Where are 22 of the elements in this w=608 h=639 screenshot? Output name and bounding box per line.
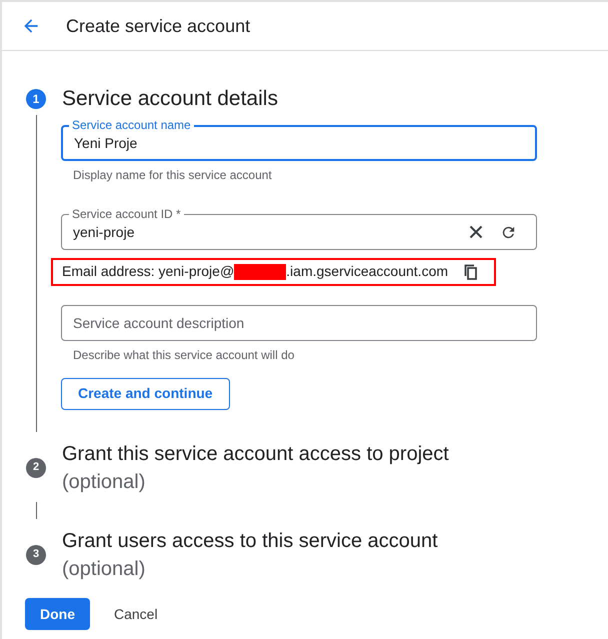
cancel-button[interactable]: Cancel [104,598,168,630]
step-title: Service account details [62,86,278,112]
copy-icon[interactable] [464,264,478,280]
step-number-badge: 3 [26,544,46,564]
field-label: Service account ID * [69,206,184,220]
helper-text: Display name for this service account [72,166,272,184]
step-number-badge: 2 [26,458,46,478]
create-and-continue-button[interactable]: Create and continue [61,378,230,410]
field-label: Service account name [69,118,194,132]
page-title: Create service account [66,14,250,38]
email-prefix: Email address: yeni-proje@ [62,262,234,281]
clear-icon[interactable] [469,224,483,238]
email-suffix: .iam.gserviceaccount.com [286,262,448,281]
step-title: Grant users access to this service account [62,528,438,554]
step-subtitle: (optional) [62,556,146,582]
step-title: Grant this service account access to project [62,442,449,466]
step-number-badge: 1 [26,88,46,109]
done-button[interactable]: Done [25,598,90,630]
helper-text: Describe what this service account will do [72,346,294,364]
redaction-bar [234,264,286,280]
input-field[interactable]: Service account description [61,304,537,340]
step-subtitle: (optional) [62,470,146,494]
